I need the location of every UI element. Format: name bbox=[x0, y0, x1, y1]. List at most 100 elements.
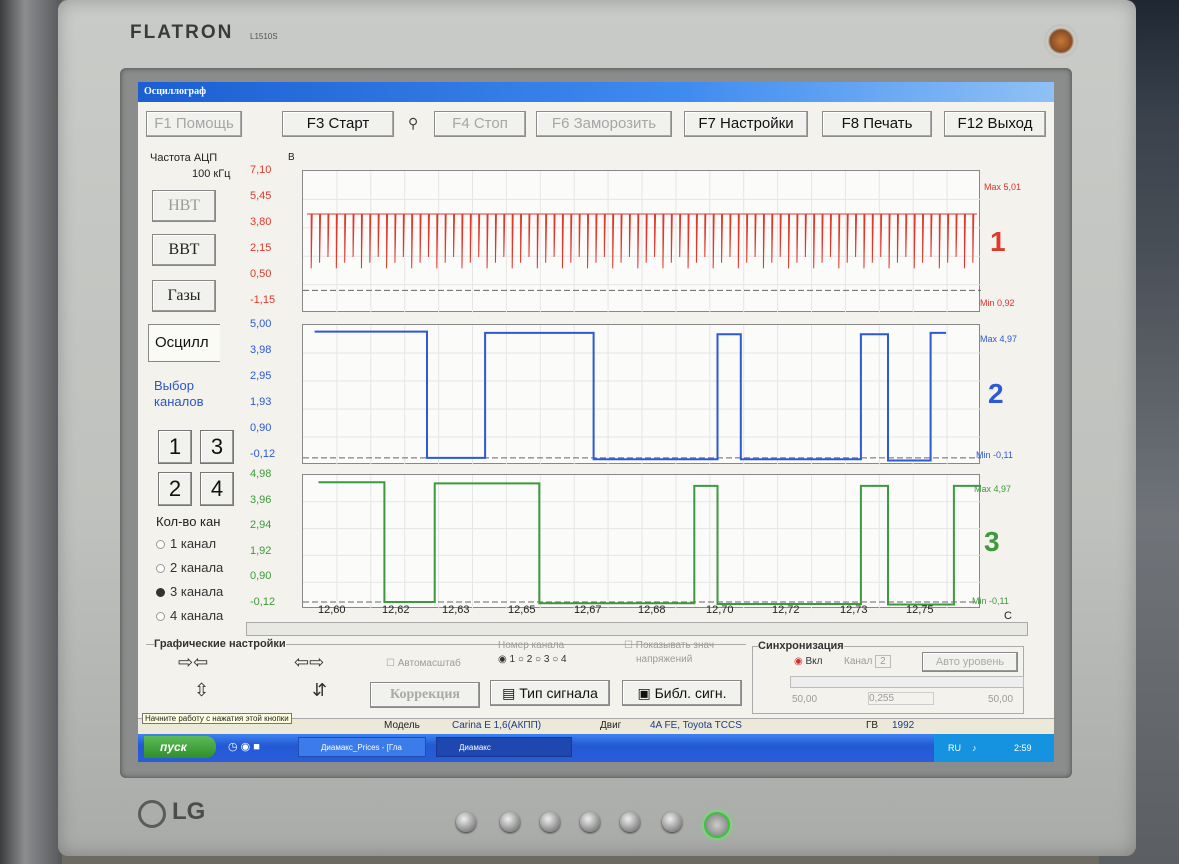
taskbar-item-prices[interactable]: Диамакс_Prices - [Гла bbox=[298, 737, 426, 757]
garage-background-left bbox=[0, 0, 62, 864]
vvt-button[interactable]: ВВТ bbox=[152, 234, 216, 266]
radio-4-channels[interactable]: 4 канала bbox=[156, 608, 223, 623]
channel-1-button[interactable]: 1 bbox=[158, 430, 192, 464]
start-hint-tooltip: Начните работу с нажатия этой кнопки bbox=[142, 713, 292, 724]
x-tick-label: 12,65 bbox=[508, 604, 536, 616]
radio-2-channels[interactable]: 2 канала bbox=[156, 560, 223, 575]
channel-2-min: Min -0,11 bbox=[976, 450, 1013, 460]
signal-type-icon: ▤ bbox=[502, 685, 520, 701]
x-tick-label: 12,60 bbox=[318, 604, 346, 616]
y-tick-label: 4,98 bbox=[250, 468, 272, 480]
x-tick-label: 12,68 bbox=[638, 604, 666, 616]
channel-3-max: Max 4,97 bbox=[974, 484, 1012, 494]
channel-1-max: Max 5,01 bbox=[984, 182, 1022, 192]
correction-button[interactable]: Коррекция bbox=[370, 682, 480, 708]
exit-button[interactable]: F12 Выход bbox=[944, 111, 1046, 137]
monitor-plus-button[interactable] bbox=[540, 812, 560, 832]
radio-3-channels[interactable]: 3 канала bbox=[156, 584, 223, 599]
channel-2-button[interactable]: 2 bbox=[158, 472, 192, 506]
language-indicator[interactable]: RU bbox=[948, 743, 961, 753]
channel-2-plot[interactable] bbox=[302, 324, 981, 465]
settings-button[interactable]: F7 Настройки bbox=[684, 111, 808, 137]
stop-button[interactable]: F4 Стоп bbox=[434, 111, 526, 137]
library-icon: ▣ bbox=[637, 685, 655, 701]
x-tick-label: 12,62 bbox=[382, 604, 410, 616]
channel-3-number: 3 bbox=[984, 526, 1000, 557]
monitor-contrast-button[interactable] bbox=[620, 812, 640, 832]
zoom-x-arrows-icon[interactable]: ⇨⇦ bbox=[178, 652, 208, 673]
channel-3-button[interactable]: 3 bbox=[200, 430, 234, 464]
sync-field-left: 50,00 bbox=[792, 694, 818, 705]
screen: Осциллограф F1 Помощь F3 Старт ⚲ F4 Стоп… bbox=[138, 82, 1054, 762]
y-tick-label: 2,94 bbox=[250, 519, 272, 531]
sync-on-radio[interactable]: ◉ Вкл bbox=[794, 656, 823, 667]
sync-field-right: 50,00 bbox=[988, 694, 1014, 705]
y-tick-label: 0,90 bbox=[250, 422, 272, 434]
y-unit-label: В bbox=[288, 152, 295, 163]
channel-select-label-1: Выбор bbox=[154, 378, 194, 393]
y-tick-label: -1,15 bbox=[250, 294, 276, 306]
sync-title: Синхронизация bbox=[758, 640, 844, 652]
tab-oscilloscope[interactable]: Осцилл bbox=[148, 324, 220, 362]
tray-speaker-icon[interactable]: ♪ bbox=[972, 743, 977, 753]
lightbulb-icon: ⚲ bbox=[408, 115, 419, 131]
y-tick-label: 1,92 bbox=[250, 544, 272, 557]
channel-2-trace bbox=[314, 330, 947, 462]
channel-3-plot[interactable] bbox=[302, 474, 985, 609]
expand-y-arrows-icon[interactable]: ⇵ bbox=[312, 680, 327, 701]
start-menu-button[interactable]: пуск bbox=[144, 736, 216, 758]
channel-4-button[interactable]: 4 bbox=[200, 472, 234, 506]
y-tick-label: 2,15 bbox=[250, 242, 272, 254]
monitor-auto-button[interactable] bbox=[662, 812, 682, 832]
channel-3-chart bbox=[303, 475, 985, 609]
channel-number-radios[interactable]: ◉ 1 ○ 2 ○ 3 ○ 4 bbox=[498, 654, 567, 665]
gases-button[interactable]: Газы bbox=[152, 280, 216, 312]
y-tick-label: 5,00 bbox=[250, 318, 272, 330]
taskbar-item-diamax[interactable]: Диамакс bbox=[436, 737, 572, 757]
monitor-power-button[interactable] bbox=[704, 812, 730, 838]
signal-library-button[interactable]: ▣ Библ. сигн. bbox=[622, 680, 742, 706]
clock: 2:59 bbox=[1014, 743, 1032, 753]
sync-level-slider[interactable] bbox=[790, 676, 1024, 688]
y-tick-label: 0,90 bbox=[250, 570, 272, 582]
quicklaunch-icons[interactable]: ◷ ◉ ■ bbox=[228, 740, 260, 753]
channel-1-min: Min 0,92 bbox=[980, 298, 1015, 308]
monitor-brightness-button[interactable] bbox=[580, 812, 600, 832]
horizontal-scrollbar[interactable] bbox=[246, 622, 1028, 636]
show-values-checkbox[interactable]: ☐ Показывать знач bbox=[624, 640, 714, 651]
channel-2-number: 2 bbox=[988, 378, 1004, 409]
engine-value: 4A FE, Toyota TCCS bbox=[650, 720, 742, 731]
start-button[interactable]: F3 Старт bbox=[282, 111, 394, 137]
signal-type-button[interactable]: ▤ Тип сигнала bbox=[490, 680, 610, 706]
channel-2-max: Max 4,97 bbox=[980, 334, 1018, 344]
channel-3-min: Min -0,11 bbox=[972, 596, 1009, 606]
y-tick-label: 2,95 bbox=[250, 370, 272, 382]
y-tick-label: 7,10 bbox=[250, 164, 272, 176]
taskbar bbox=[138, 734, 1054, 762]
channel-1-number: 1 bbox=[990, 226, 1006, 257]
channel-1-chart bbox=[303, 171, 981, 313]
expand-x-arrows-icon[interactable]: ⇦⇨ bbox=[294, 652, 324, 673]
sync-field-mid[interactable]: 0,255 bbox=[868, 692, 934, 705]
autoscale-checkbox[interactable]: ☐ Автомасштаб bbox=[386, 658, 461, 669]
zoom-y-arrows-icon[interactable]: ⇳ bbox=[194, 680, 209, 701]
show-values-label-2: напряжений bbox=[636, 654, 693, 665]
adc-frequency-value: 100 кГц bbox=[192, 168, 231, 180]
monitor-minus-button[interactable] bbox=[500, 812, 520, 832]
freeze-button[interactable]: F6 Заморозить bbox=[536, 111, 672, 137]
y-tick-label: 0,50 bbox=[250, 268, 272, 280]
auto-level-button[interactable]: Авто уровень bbox=[922, 652, 1018, 672]
y-tick-label: -0,12 bbox=[250, 595, 276, 608]
monitor-sensor-icon bbox=[1044, 24, 1078, 58]
print-button[interactable]: F8 Печать bbox=[822, 111, 932, 137]
sync-channel-select[interactable]: Канал 2 bbox=[844, 655, 891, 668]
nvt-button[interactable]: НВТ bbox=[152, 190, 216, 222]
radio-1-channel[interactable]: 1 канал bbox=[156, 536, 216, 551]
y-tick-label: 5,45 bbox=[250, 190, 272, 202]
channel-1-plot[interactable] bbox=[302, 170, 981, 313]
monitor-menu-button[interactable] bbox=[456, 812, 476, 832]
window-titlebar: Осциллограф bbox=[138, 82, 1054, 102]
y-tick-label: 3,96 bbox=[250, 493, 272, 506]
help-button[interactable]: F1 Помощь bbox=[146, 111, 242, 137]
x-tick-label: 12,70 bbox=[706, 604, 734, 616]
